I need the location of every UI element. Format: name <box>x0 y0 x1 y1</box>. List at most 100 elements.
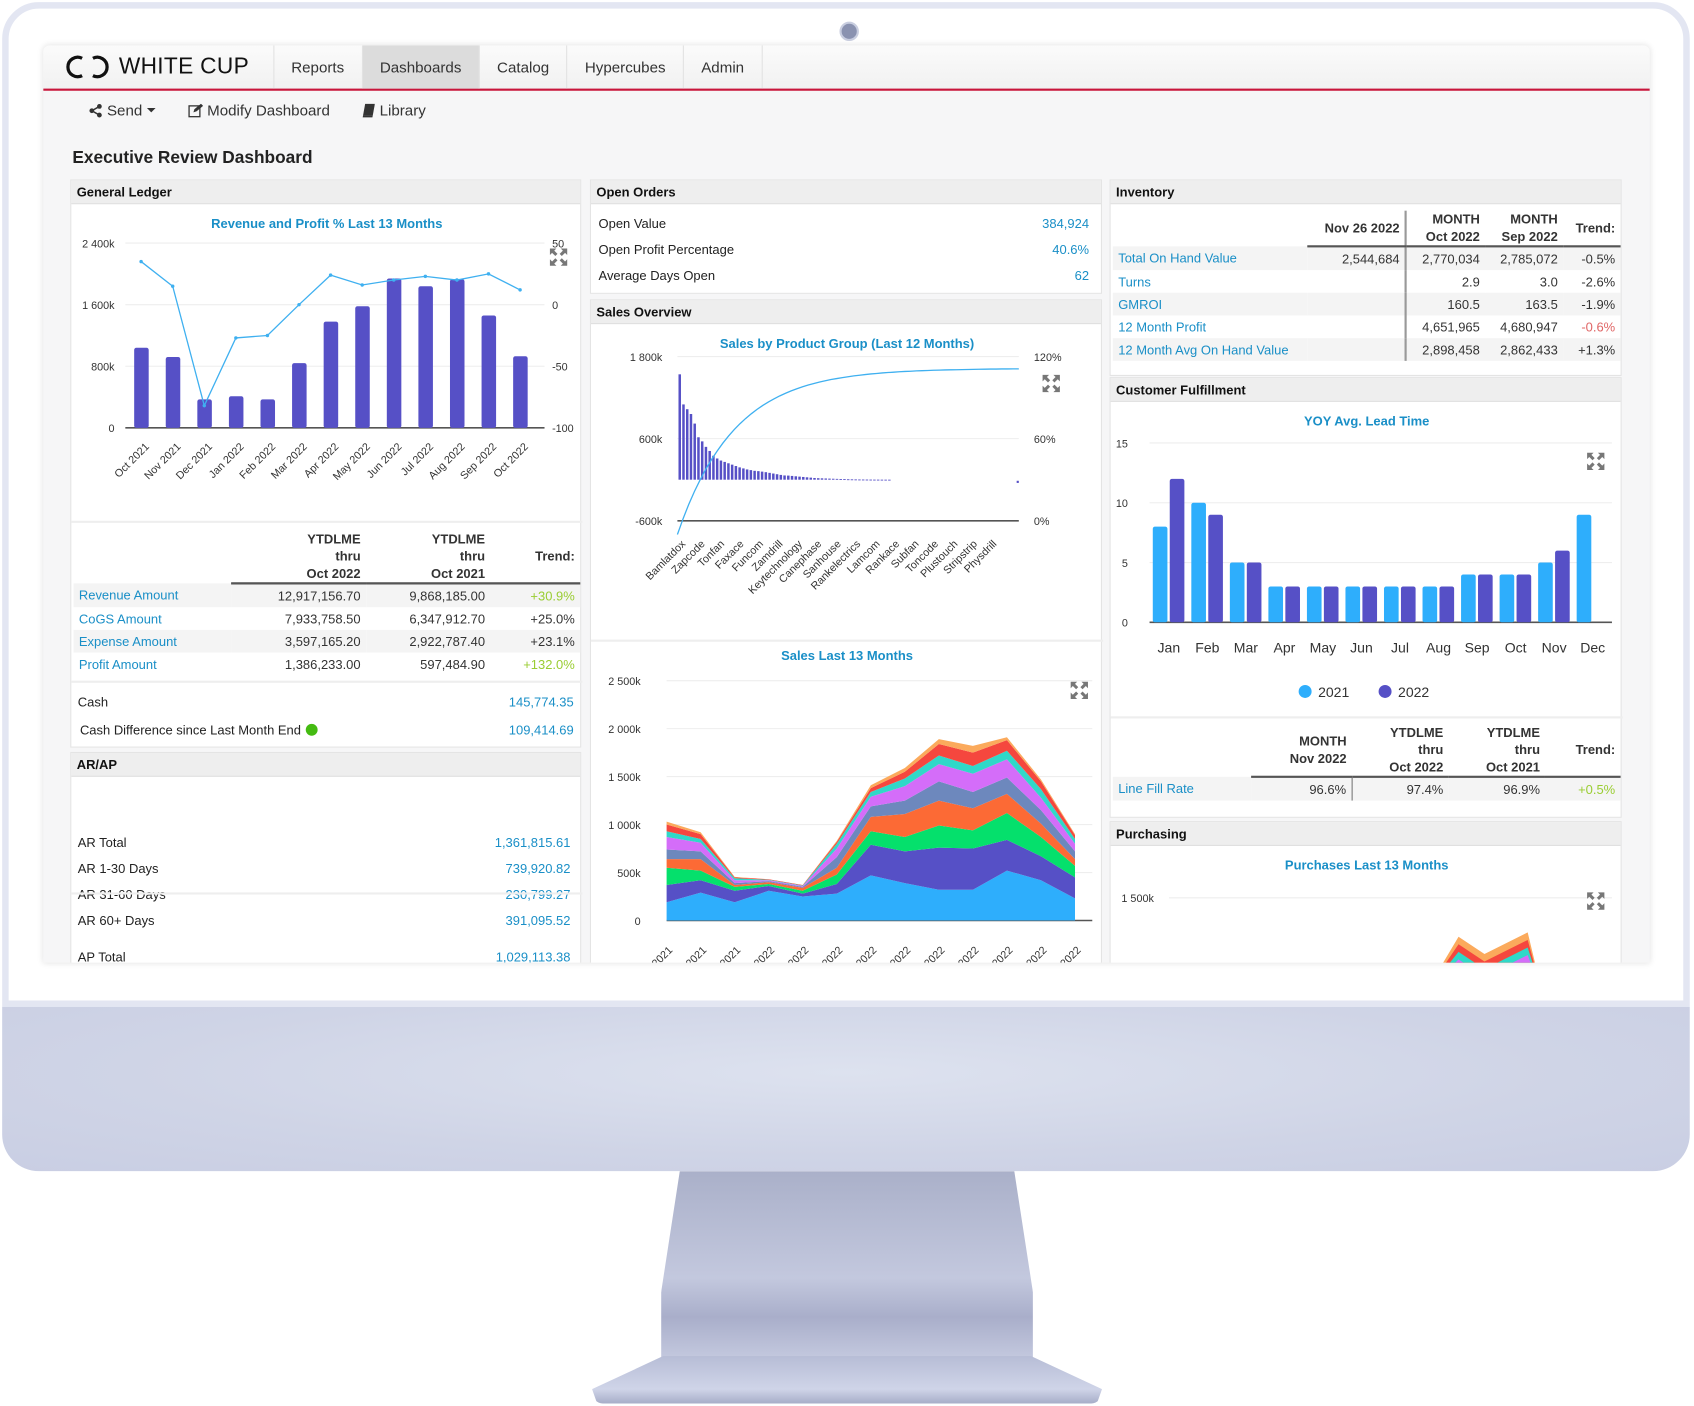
product-group-bar <box>689 414 693 480</box>
x-tick-label: Feb <box>1195 640 1219 656</box>
gl-row-label[interactable]: CoGS Amount <box>73 607 231 630</box>
product-group-bar <box>876 479 880 481</box>
purchasing-header: Purchasing <box>1110 822 1621 846</box>
expand-chart-icon[interactable] <box>1586 891 1605 910</box>
revenue-bar <box>260 399 276 428</box>
kv-value[interactable]: 739,920.82 <box>506 861 571 876</box>
product-group-bar <box>854 479 857 481</box>
product-group-bar <box>861 479 865 481</box>
cash-diff-value[interactable]: 109,414.69 <box>509 723 574 738</box>
nav-catalog[interactable]: Catalog <box>480 45 568 89</box>
inventory-row-label[interactable]: GMROI <box>1112 292 1308 316</box>
product-group-bar <box>787 475 790 480</box>
expand-chart-icon[interactable] <box>549 247 568 266</box>
inventory-row-label[interactable]: Turns <box>1113 270 1307 293</box>
monitor-stand-neck <box>661 1171 1033 1358</box>
trend-cell: +132.0% <box>523 656 575 672</box>
kv-row: AR Total 1,361,815.61 <box>78 835 571 850</box>
revenue-bar <box>418 286 433 428</box>
legend-label[interactable]: 2022 <box>1398 684 1429 700</box>
inventory-row-label[interactable]: Total On Hand Value <box>1112 246 1308 271</box>
y-tick-left: 1 500k <box>1121 893 1154 905</box>
open-orders-panel: Open Orders Open Value 384,924 Open Profit… <box>589 179 1103 294</box>
cell: 4,651,965 <box>1422 319 1480 335</box>
library-label: Library <box>379 101 426 119</box>
header-line: Oct 2022 <box>306 566 361 582</box>
table-row: Profit Amount 1,386,233.00 597,484.90 +132.… <box>73 653 580 676</box>
library-button[interactable]: Library <box>362 102 426 119</box>
lead-time-bar-2021 <box>1422 586 1438 623</box>
kv-label: Open Profit Percentage <box>598 242 735 258</box>
expand-chart-icon[interactable] <box>1586 452 1605 471</box>
product-group-bar <box>873 479 876 481</box>
header-line: Sep 2022 <box>1501 229 1558 245</box>
kv-row: Average Days Open 62 <box>599 268 1090 283</box>
x-tick-label: 2022 <box>854 944 879 962</box>
cell: 3.0 <box>1539 273 1558 290</box>
brand-logo[interactable]: WHITE CUP <box>43 45 274 89</box>
inventory-row-label[interactable]: 12 Month Avg On Hand Value <box>1112 338 1308 361</box>
cell: 7,933,758.50 <box>284 610 361 627</box>
product-group-bar <box>809 477 813 480</box>
product-group-bar <box>790 475 794 480</box>
lead-time-bar-2022 <box>1555 550 1570 623</box>
inv-header-oct: MONTH Oct 2022 <box>1406 210 1486 248</box>
kv-value[interactable]: 1,361,815.61 <box>495 835 571 850</box>
nav-dashboards[interactable]: Dashboards <box>362 45 480 89</box>
x-tick-label: 2022 <box>922 944 947 962</box>
inventory-header: Inventory <box>1110 180 1621 205</box>
trend-cell: -1.9% <box>1563 292 1621 316</box>
inventory-table-body: Total On Hand Value 2,544,684 2,770,034 2,7… <box>1112 246 1621 361</box>
product-group-bar <box>1016 480 1019 483</box>
x-tick-label: Jun <box>1350 640 1373 656</box>
modify-dashboard-button[interactable]: Modify Dashboard <box>188 102 330 119</box>
kv-value[interactable]: 384,924 <box>1042 216 1089 231</box>
product-group-bar <box>869 479 872 481</box>
send-button[interactable]: Send <box>89 102 156 119</box>
table-row: 12 Month Profit 4,651,965 4,680,947 -0.6% <box>1113 315 1621 339</box>
divider <box>71 892 583 895</box>
revenue-bar <box>134 347 149 428</box>
kv-value[interactable]: 40.6% <box>1052 242 1089 257</box>
header-line: Oct 2021 <box>1485 759 1541 775</box>
revenue-bar <box>481 315 497 428</box>
nav-reports[interactable]: Reports <box>274 45 363 89</box>
inventory-table-header: Nov 26 2022 MONTH Oct 2022 MONTH Sep 202… <box>1113 210 1621 248</box>
share-icon <box>89 103 102 117</box>
x-tick-label: Apr <box>1273 640 1295 656</box>
expand-chart-icon[interactable] <box>1070 681 1089 700</box>
lead-time-bar-2022 <box>1362 586 1378 623</box>
line-fill-rate-link[interactable]: Line Fill Rate <box>1112 776 1252 801</box>
product-group-bar <box>745 469 749 480</box>
kv-value[interactable]: 62 <box>1075 268 1089 283</box>
product-group-bar <box>888 479 891 481</box>
kv-value[interactable]: 391,095.52 <box>506 913 571 928</box>
lead-time-bar-2021 <box>1461 574 1476 623</box>
gl-row-label[interactable]: Revenue Amount <box>73 583 232 608</box>
legend-label[interactable]: 2021 <box>1318 684 1349 700</box>
product-group-bar <box>678 374 681 480</box>
gl-row-label[interactable]: Expense Amount <box>73 629 232 653</box>
product-group-bar <box>835 478 839 480</box>
lead-time-bar-2022 <box>1246 562 1262 623</box>
send-label: Send <box>106 101 143 119</box>
inv-header-sep: MONTH Sep 2022 <box>1485 210 1564 248</box>
gl-table-body: Revenue Amount 12,917,156.70 9,868,185.00 +… <box>73 583 581 676</box>
nav-admin[interactable]: Admin <box>684 45 763 89</box>
kv-value[interactable]: 1,029,113.38 <box>496 950 571 963</box>
modify-dashboard-label: Modify Dashboard <box>207 101 330 119</box>
gl-header-trend: Trend: <box>490 530 581 585</box>
expand-chart-icon[interactable] <box>1042 374 1061 393</box>
top-nav: WHITE CUP Reports Dashboards Catalog Hyp… <box>43 45 1650 91</box>
lf-header-blank <box>1113 724 1251 777</box>
kv-label: AR 1-30 Days <box>77 861 159 877</box>
arap-header: AR/AP <box>71 753 581 777</box>
gl-row-label[interactable]: Profit Amount <box>73 653 231 676</box>
nav-hypercubes[interactable]: Hypercubes <box>568 45 684 89</box>
cash-value[interactable]: 145,774.35 <box>509 695 574 710</box>
sales-13-months-title: Sales Last 13 Months <box>781 648 913 664</box>
book-icon <box>363 103 376 117</box>
inventory-row-label[interactable]: 12 Month Profit <box>1113 315 1307 338</box>
header-line: MONTH <box>1299 733 1347 749</box>
lead-time-bar-2022 <box>1400 586 1416 623</box>
